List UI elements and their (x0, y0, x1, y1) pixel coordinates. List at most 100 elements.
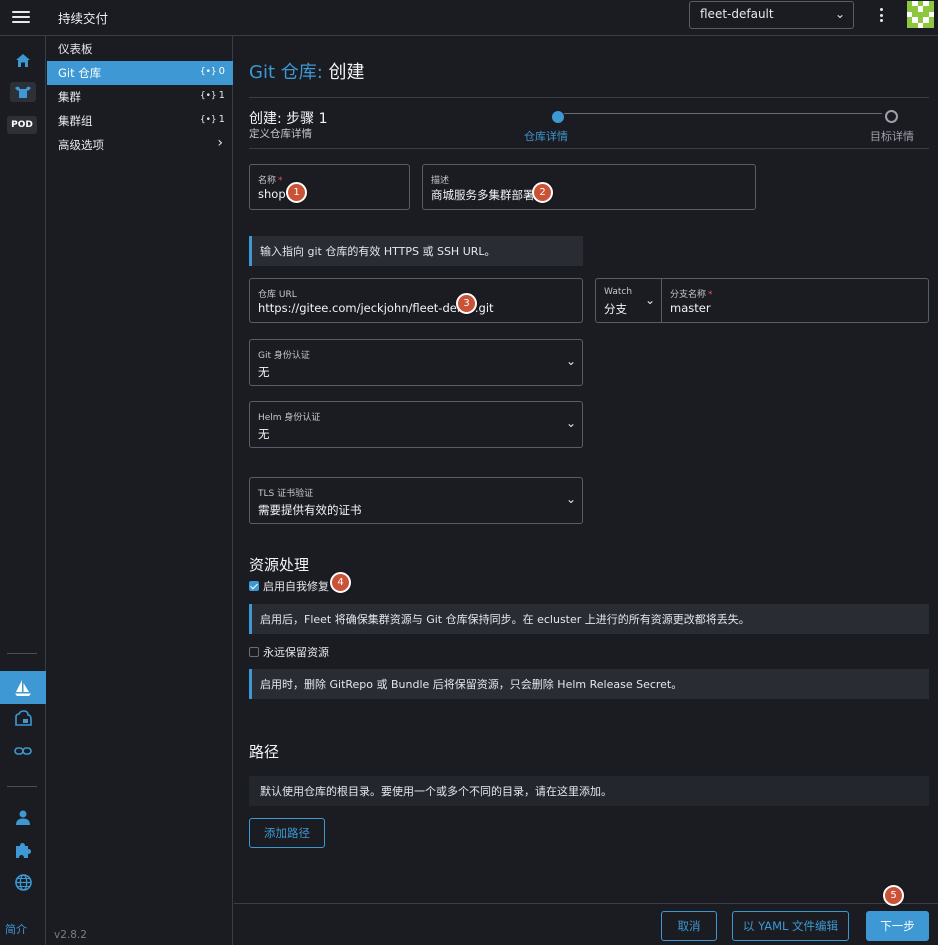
nav-item-count: {•} 1 (199, 114, 225, 125)
callout-marker-4: 4 (330, 572, 351, 593)
chevron-right-icon: › (217, 135, 223, 151)
cluster-explorer-icon[interactable] (0, 77, 46, 107)
pod-badge[interactable]: POD (7, 116, 37, 134)
git-auth-select[interactable]: Git 身份认证 无 ⌄ (249, 339, 583, 386)
sailboat-icon (15, 679, 31, 696)
keep-resources-info: 启用时，删除 GitRepo 或 Bundle 后将保留资源，只会删除 Helm… (249, 669, 929, 699)
cancel-button[interactable]: 取消 (661, 911, 717, 941)
git-auth-label: Git 身份认证 (258, 351, 310, 361)
divider (249, 97, 929, 98)
repo-url-field[interactable]: 仓库 URL https://gitee.com/jeckjohn/fleet-… (249, 278, 583, 323)
step-2-indicator[interactable] (885, 110, 898, 123)
keep-resources-label: 永远保留资源 (263, 646, 329, 659)
helm-auth-select[interactable]: Helm 身份认证 无 ⌄ (249, 401, 583, 448)
chevron-down-icon: ⌄ (644, 293, 655, 307)
callout-marker-1: 1 (286, 182, 307, 203)
checkbox-unchecked-icon (249, 647, 259, 657)
tls-verify-select[interactable]: TLS 证书验证 需要提供有效的证书 ⌄ (249, 477, 583, 524)
namespace-icon: {•} (199, 91, 217, 101)
nav-item-label: 集群组 (58, 114, 93, 128)
nav-item-label: 集群 (58, 90, 81, 104)
divider (249, 148, 929, 149)
git-auth-value: 无 (258, 365, 270, 379)
page-title: Git 仓库: 创建 (249, 58, 365, 84)
app-title: 持续交付 (58, 11, 109, 26)
nav-item-count: {•} 0 (199, 66, 225, 77)
version-label: v2.8.2 (54, 929, 87, 941)
nav-item-dashboard[interactable]: 仪表板 (47, 37, 233, 61)
paths-section-title: 路径 (249, 743, 280, 761)
more-options-icon[interactable] (876, 6, 886, 24)
namespace-value: fleet-default (700, 7, 774, 21)
paths-info: 默认使用仓库的根目录。要使用一个或多个不同的目录，请在这里添加。 (249, 776, 929, 806)
nav-item-count: {•} 1 (199, 90, 225, 101)
step-1-label: 仓库详情 (524, 130, 568, 143)
tls-label: TLS 证书验证 (258, 489, 314, 499)
description-value: 商城服务多集群部署 (431, 188, 535, 202)
description-field[interactable]: 描述 商城服务多集群部署 (422, 164, 756, 210)
watch-select[interactable]: Watch 分支 ⌄ (595, 278, 662, 323)
step-title: 创建: 步骤 1 (249, 111, 328, 127)
namespace-icon: {•} (199, 67, 217, 77)
chevron-down-icon: ⌄ (565, 416, 576, 430)
repo-url-label: 仓库 URL (258, 290, 297, 300)
chevron-down-icon: ⌄ (565, 492, 576, 506)
nav-item-label: 高级选项 (58, 138, 104, 152)
name-value: shop (258, 187, 286, 201)
nav-item-advanced[interactable]: 高级选项 › (47, 133, 233, 157)
namespace-icon: {•} (199, 115, 217, 125)
cloud-storage-icon[interactable] (0, 703, 46, 733)
add-path-button[interactable]: 添加路径 (249, 818, 325, 848)
branch-field[interactable]: 分支名称 * master (661, 278, 929, 323)
breadcrumb-git-repos[interactable]: Git 仓库: (249, 62, 323, 83)
nav-item-git-repos[interactable]: Git 仓库 {•} 0 (47, 61, 233, 85)
secondary-nav: 仪表板 Git 仓库 {•} 0 集群 {•} 1 集群组 {•} 1 高级选项 › … (47, 36, 233, 945)
avatar[interactable] (907, 1, 934, 28)
next-button[interactable]: 下一步 (866, 911, 929, 941)
icon-rail: POD 简介 (0, 36, 46, 945)
self-heal-checkbox[interactable]: 启用自我修复 (249, 578, 329, 594)
step-subtitle: 定义仓库详情 (249, 128, 312, 140)
rail-divider (7, 786, 37, 787)
step-1-indicator (552, 111, 564, 123)
top-bar: 持续交付 fleet-default ⌄ (0, 0, 938, 36)
user-icon[interactable] (0, 802, 46, 832)
self-heal-label: 启用自我修复 (263, 580, 329, 593)
chevron-down-icon: ⌄ (834, 7, 845, 21)
nav-item-cluster-groups[interactable]: 集群组 {•} 1 (47, 109, 233, 133)
checkbox-checked-icon (249, 581, 259, 591)
nav-item-label: Git 仓库 (58, 66, 102, 80)
edit-as-yaml-button[interactable]: 以 YAML 文件编辑 (732, 911, 849, 941)
home-icon[interactable] (0, 45, 46, 75)
rail-divider (7, 653, 37, 654)
menu-icon[interactable] (12, 9, 30, 25)
about-link[interactable]: 简介 (5, 921, 27, 937)
globe-icon[interactable] (0, 867, 46, 897)
chain-icon[interactable] (0, 736, 46, 766)
name-label: 名称 * (258, 176, 283, 186)
resources-section-title: 资源处理 (249, 556, 310, 574)
self-heal-info: 启用后，Fleet 将确保集群资源与 Git 仓库保持同步。在 ecluster… (249, 604, 929, 634)
helm-auth-value: 无 (258, 427, 270, 441)
name-field[interactable]: 名称 * shop (249, 164, 410, 210)
main-content: Git 仓库: 创建 创建: 步骤 1 定义仓库详情 仓库详情 目标详情 名称 *… (234, 36, 938, 945)
namespace-select[interactable]: fleet-default ⌄ (689, 1, 854, 29)
chevron-down-icon: ⌄ (565, 354, 576, 368)
keep-resources-checkbox[interactable]: 永远保留资源 (249, 644, 329, 660)
step-2-label[interactable]: 目标详情 (870, 128, 914, 144)
stepper-line (564, 113, 882, 114)
helm-auth-label: Helm 身份认证 (258, 413, 321, 423)
nav-item-label: 仪表板 (58, 42, 93, 56)
callout-marker-2: 2 (532, 182, 553, 203)
description-label: 描述 (431, 176, 450, 186)
tls-value: 需要提供有效的证书 (258, 503, 362, 517)
watch-label: Watch (604, 287, 633, 297)
footer-bar: 取消 以 YAML 文件编辑 下一步 (234, 903, 938, 945)
puzzle-icon[interactable] (0, 835, 46, 865)
page-action: 创建 (328, 62, 365, 83)
nav-item-clusters[interactable]: 集群 {•} 1 (47, 85, 233, 109)
branch-label: 分支名称 * (670, 290, 713, 300)
repo-url-hint: 输入指向 git 仓库的有效 HTTPS 或 SSH URL。 (249, 236, 583, 266)
fleet-rail-item[interactable] (0, 671, 46, 704)
callout-marker-5: 5 (883, 885, 904, 906)
